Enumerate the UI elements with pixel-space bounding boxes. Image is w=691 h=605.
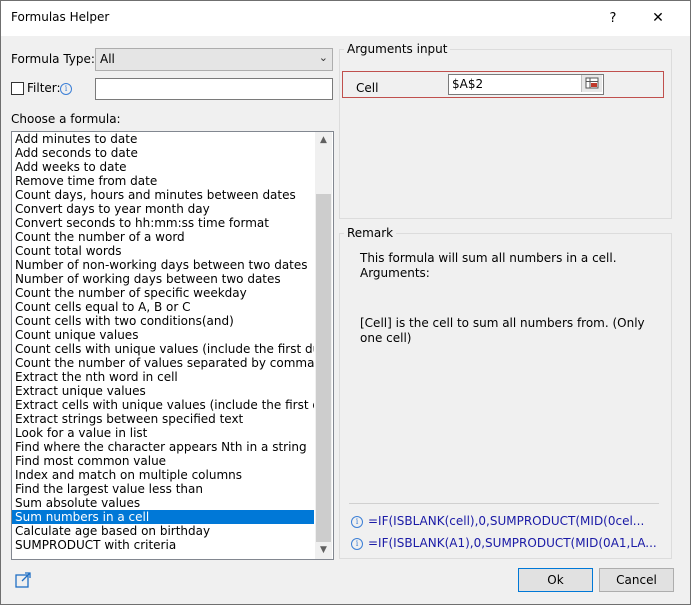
scroll-up-icon[interactable]: ▲ [315,132,332,149]
info-icon: i [351,516,363,528]
example-formula-1[interactable]: =IF(ISBLANK(cell),0,SUMPRODUCT(MID(0cel.… [368,514,644,528]
formula-list-item[interactable]: SUMPRODUCT with criteria [12,538,314,552]
filter-label: Filter: [27,81,61,95]
formula-list-item[interactable]: Count cells with unique values (include … [12,342,314,356]
remark-description: This formula will sum all numbers in a c… [360,251,617,280]
formula-list-item[interactable]: Add weeks to date [12,160,314,174]
formula-list-item[interactable]: Remove time from date [12,174,314,188]
remark-argument-desc: [Cell] is the cell to sum all numbers fr… [360,316,645,345]
formula-list-item[interactable]: Calculate age based on birthday [12,524,314,538]
formula-type-select[interactable]: All ⌄ [95,48,333,71]
close-button[interactable]: ✕ [641,6,675,31]
help-button[interactable]: ? [598,6,628,31]
formula-list-item[interactable]: Add minutes to date [12,132,314,146]
scroll-down-icon[interactable]: ▼ [315,542,332,559]
formula-list-item[interactable]: Count total words [12,244,314,258]
example-formula-2[interactable]: =IF(ISBLANK(A1),0,SUMPRODUCT(MID(0A1,LA.… [368,536,657,550]
formula-type-label: Formula Type: [11,52,95,66]
ok-button[interactable]: Ok [518,568,593,592]
info-icon: i [60,83,72,95]
scroll-thumb[interactable] [316,194,331,542]
formula-list-item[interactable]: Count the number of specific weekday [12,286,314,300]
range-select-button[interactable] [581,75,602,92]
info-icon: i [351,538,363,550]
formula-list-item[interactable]: Add seconds to date [12,146,314,160]
formula-list-item[interactable]: Count the number of a word [12,230,314,244]
formula-list-item[interactable]: Count days, hours and minutes between da… [12,188,314,202]
formula-list-item[interactable]: Count cells equal to A, B or C [12,300,314,314]
formula-list-item[interactable]: Find where the character appears Nth in … [12,440,314,454]
title-bar: Formulas Helper ? ✕ [1,1,690,36]
remark-title: Remark [344,226,397,240]
formula-list-item[interactable]: Count the number of values separated by … [12,356,314,370]
formula-list-item[interactable]: Sum absolute values [12,496,314,510]
formula-list-item[interactable]: Find the largest value less than [12,482,314,496]
formula-list-item[interactable]: Number of working days between two dates [12,272,314,286]
formula-list-item[interactable]: Count unique values [12,328,314,342]
formula-list-item[interactable]: Look for a value in list [12,426,314,440]
formula-list-item[interactable]: Extract unique values [12,384,314,398]
filter-input[interactable] [95,78,333,100]
formula-list-item[interactable]: Find most common value [12,454,314,468]
examples-divider [349,503,659,504]
window-title: Formulas Helper [11,10,110,24]
cancel-button[interactable]: Cancel [599,568,674,592]
formula-list-item[interactable]: Extract the nth word in cell [12,370,314,384]
list-scrollbar[interactable]: ▲ ▼ [315,132,332,559]
range-select-icon [585,77,599,89]
formula-list-item[interactable]: Convert days to year month day [12,202,314,216]
remark-group [339,233,672,559]
share-icon[interactable] [15,572,31,588]
formula-list-item[interactable]: Index and match on multiple columns [12,468,314,482]
choose-formula-label: Choose a formula: [11,112,121,126]
filter-checkbox[interactable] [11,82,24,95]
formula-list-item[interactable]: Number of non-working days between two d… [12,258,314,272]
formula-list-item[interactable]: Extract cells with unique values (includ… [12,398,314,412]
formula-list-items: Add minutes to date Add seconds to date Ad… [12,132,314,552]
formula-type-value: All [100,52,115,66]
cell-label: Cell [356,81,379,95]
formula-list[interactable]: Add minutes to date Add seconds to date Ad… [11,131,334,560]
chevron-down-icon: ⌄ [318,51,328,64]
cell-value: $A$2 [452,77,484,91]
arguments-title: Arguments input [344,42,451,56]
formula-list-item[interactable]: Sum numbers in a cell [12,510,314,524]
formula-list-item[interactable]: Extract strings between specified text [12,412,314,426]
formula-list-item[interactable]: Count cells with two conditions(and) [12,314,314,328]
formula-list-item[interactable]: Convert seconds to hh:mm:ss time format [12,216,314,230]
